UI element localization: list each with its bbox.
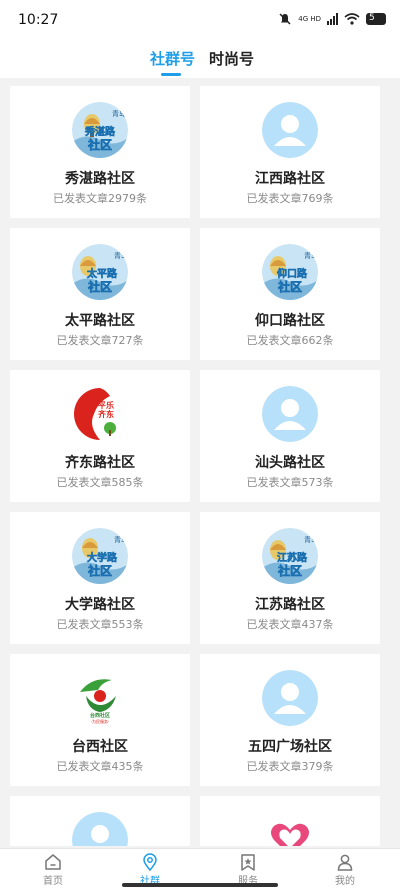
post-count: 已发表文章2979条 <box>53 192 147 205</box>
nav-profile[interactable]: 我的 <box>315 853 375 887</box>
post-count: 已发表文章437条 <box>246 618 334 631</box>
svg-text:大学路: 大学路 <box>87 551 118 564</box>
default-avatar-icon <box>262 386 318 442</box>
community-name: 江苏路社区 <box>255 597 325 613</box>
nav-profile-label: 我的 <box>335 876 355 887</box>
svg-text:青岛: 青岛 <box>304 251 318 260</box>
svg-text:青岛: 青岛 <box>114 251 128 260</box>
tab-fashion[interactable]: 时尚号 <box>209 48 254 69</box>
svg-text:社区: 社区 <box>87 279 112 294</box>
community-card[interactable] <box>200 796 380 846</box>
svg-text:青岛: 青岛 <box>112 109 126 118</box>
post-count: 已发表文章573条 <box>246 476 334 489</box>
community-card[interactable]: 青岛 秀湛路 社区 秀湛路社区 已发表文章2979条 <box>10 86 190 218</box>
home-icon <box>45 854 61 870</box>
star-bookmark-icon <box>241 854 255 871</box>
svg-text:平乐: 平乐 <box>98 400 114 410</box>
post-count: 已发表文章435条 <box>56 760 144 773</box>
person-icon <box>337 854 353 871</box>
svg-text:·为民服务·: ·为民服务· <box>91 718 110 724</box>
svg-text:秀湛路: 秀湛路 <box>84 125 116 138</box>
community-card[interactable] <box>10 796 190 846</box>
community-card[interactable]: 江西路社区 已发表文章769条 <box>200 86 380 218</box>
nav-home-label: 首页 <box>43 876 63 887</box>
nav-community[interactable]: 社群 <box>120 853 180 887</box>
system-icons: 4G HD 5 <box>278 12 386 26</box>
balloon-logo-icon: 青岛 秀湛路 社区 <box>72 102 128 158</box>
community-name: 秀湛路社区 <box>65 171 135 187</box>
post-count: 已发表文章662条 <box>246 334 334 347</box>
wifi-icon <box>344 13 360 25</box>
default-avatar-icon <box>72 812 128 846</box>
tab-community[interactable]: 社群号 <box>150 48 195 69</box>
active-tab-indicator <box>161 73 181 76</box>
balloon-logo-icon: 青岛 仰口路 社区 <box>262 244 318 300</box>
balloon-logo-icon: 青岛 太平路 社区 <box>72 244 128 300</box>
balloon-logo-icon: 青岛 江苏路 社区 <box>262 528 318 584</box>
svg-text:齐东: 齐东 <box>97 409 114 419</box>
status-bar: 10:27 4G HD 5 <box>0 0 400 40</box>
community-card[interactable]: 青岛 仰口路 社区 仰口路社区 已发表文章662条 <box>200 228 380 360</box>
svg-text:社区: 社区 <box>87 137 112 152</box>
svg-text:江苏路: 江苏路 <box>277 551 308 564</box>
community-name: 汕头路社区 <box>255 455 325 471</box>
home-indicator <box>122 883 278 887</box>
status-time: 10:27 <box>18 12 59 28</box>
svg-text:社区: 社区 <box>277 563 302 578</box>
default-avatar-icon <box>262 102 318 158</box>
community-card[interactable]: 汕头路社区 已发表文章573条 <box>200 370 380 502</box>
svg-text:青岛: 青岛 <box>304 535 318 544</box>
community-name: 大学路社区 <box>65 597 135 613</box>
community-name: 台西社区 <box>72 739 128 755</box>
mute-icon <box>279 13 291 25</box>
pink-heart-logo-icon <box>262 812 318 846</box>
community-name: 齐东路社区 <box>65 455 135 471</box>
community-name: 江西路社区 <box>255 171 325 187</box>
community-grid: 青岛 秀湛路 社区 秀湛路社区 已发表文章2979条 江西路社区 已发表文章76… <box>10 86 390 846</box>
post-count: 已发表文章727条 <box>56 334 144 347</box>
default-avatar-icon <box>262 670 318 726</box>
balloon-logo-icon: 青岛 大学路 社区 <box>72 528 128 584</box>
community-card[interactable]: 青岛 江苏路 社区 江苏路社区 已发表文章437条 <box>200 512 380 644</box>
post-count: 已发表文章553条 <box>56 618 144 631</box>
community-card[interactable]: 青岛 太平路 社区 太平路社区 已发表文章727条 <box>10 228 190 360</box>
network-label: 4G HD <box>298 14 321 23</box>
community-name: 五四广场社区 <box>248 739 332 755</box>
svg-text:太平路: 太平路 <box>86 267 118 280</box>
nav-home[interactable]: 首页 <box>23 853 83 887</box>
red-community-logo-icon: 平乐 齐东 <box>72 386 128 442</box>
community-name: 仰口路社区 <box>255 313 325 329</box>
svg-text:社区: 社区 <box>87 563 112 578</box>
taixi-logo-icon: 台西社区 ·为民服务· <box>72 670 128 726</box>
battery-icon: 5 <box>366 13 386 25</box>
svg-text:台西社区: 台西社区 <box>90 712 110 719</box>
community-card[interactable]: 五四广场社区 已发表文章379条 <box>200 654 380 786</box>
post-count: 已发表文章379条 <box>246 760 334 773</box>
community-card[interactable]: 平乐 齐东 齐东路社区 已发表文章585条 <box>10 370 190 502</box>
signal-icon <box>327 13 338 25</box>
community-card[interactable]: 台西社区 ·为民服务· 台西社区 已发表文章435条 <box>10 654 190 786</box>
post-count: 已发表文章769条 <box>246 192 334 205</box>
top-tabs: 社群号 时尚号 <box>0 40 400 78</box>
svg-text:社区: 社区 <box>277 279 302 294</box>
post-count: 已发表文章585条 <box>56 476 144 489</box>
svg-text:仰口路: 仰口路 <box>277 267 308 280</box>
community-name: 太平路社区 <box>65 313 135 329</box>
svg-text:青岛: 青岛 <box>114 535 128 544</box>
location-pin-icon <box>143 853 157 871</box>
nav-services[interactable]: 服务 <box>218 853 278 887</box>
community-card[interactable]: 青岛 大学路 社区 大学路社区 已发表文章553条 <box>10 512 190 644</box>
